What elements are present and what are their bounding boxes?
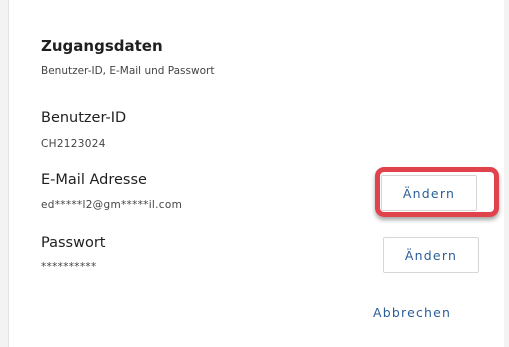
section-subtitle: Benutzer-ID, E-Mail und Passwort [41, 65, 215, 77]
section-title: Zugangsdaten [41, 37, 163, 55]
user-id-label: Benutzer-ID [41, 110, 127, 126]
cancel-link[interactable]: Abbrechen [373, 305, 451, 320]
change-password-button[interactable]: Ändern [383, 237, 479, 273]
email-label: E-Mail Adresse [41, 172, 147, 188]
password-label: Passwort [41, 235, 106, 251]
password-value: ********** [41, 261, 97, 273]
email-value: ed*****l2@gm*****il.com [41, 199, 183, 211]
user-id-value: CH2123024 [41, 138, 106, 150]
highlight-box [375, 167, 499, 217]
credentials-card: Zugangsdaten Benutzer-ID, E-Mail und Pas… [8, 0, 504, 347]
